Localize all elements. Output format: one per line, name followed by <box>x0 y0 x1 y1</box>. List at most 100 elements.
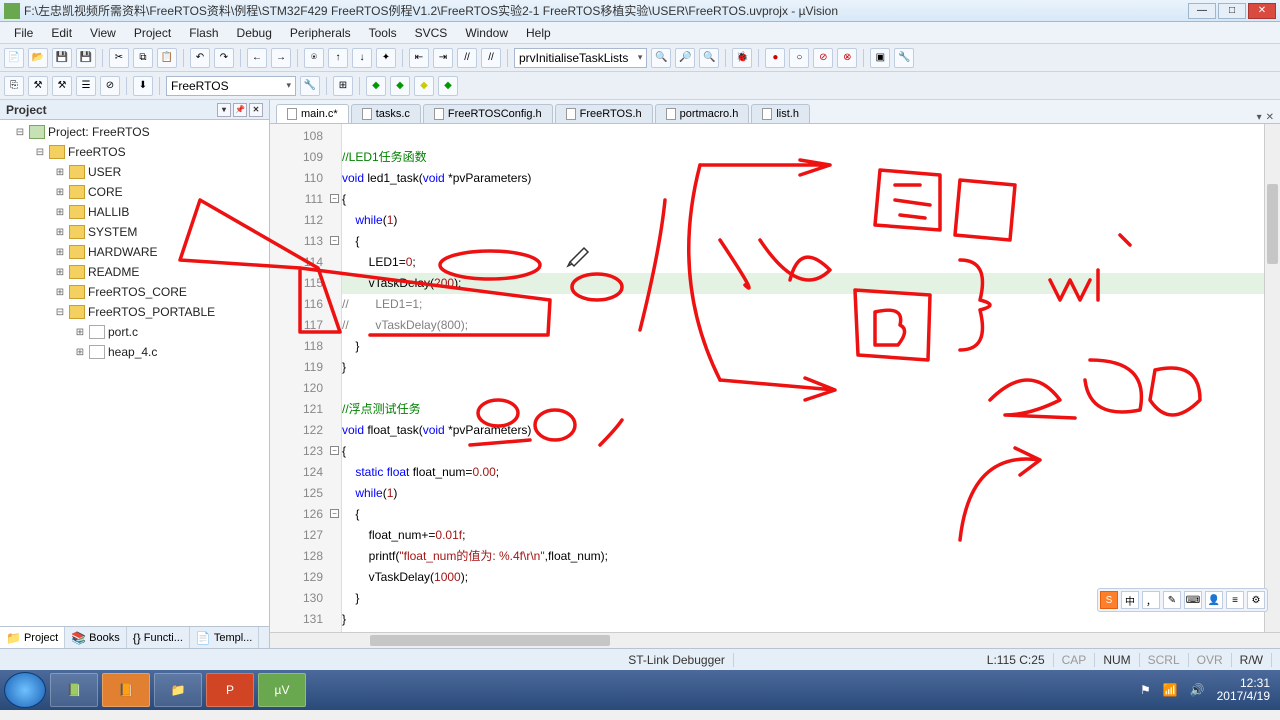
configure-button[interactable]: 🔧 <box>894 48 914 68</box>
indent-button[interactable]: ⇤ <box>409 48 429 68</box>
start-button[interactable] <box>4 672 46 708</box>
code-text[interactable]: //LED1任务函数void led1_task(void *pvParamet… <box>342 124 1264 632</box>
tray-clock[interactable]: 12:31 2017/4/19 <box>1217 677 1270 703</box>
task-explorer[interactable]: 📁 <box>154 673 202 707</box>
tray-network-icon[interactable]: 📶 <box>1163 683 1178 697</box>
task-app-2[interactable]: 📙 <box>102 673 150 707</box>
close-button[interactable]: ✕ <box>1248 3 1276 19</box>
tree-target[interactable]: ⊟FreeRTOS <box>0 142 269 162</box>
pane-tab-books[interactable]: 📚Books <box>65 627 127 648</box>
tree-group-hallib[interactable]: ⊞HALLIB <box>0 202 269 222</box>
pane-close-icon[interactable]: ✕ <box>249 103 263 117</box>
menu-svcs[interactable]: SVCS <box>407 24 456 42</box>
menu-project[interactable]: Project <box>126 24 179 42</box>
menu-file[interactable]: File <box>6 24 41 42</box>
pane-dropdown-icon[interactable]: ▾ <box>217 103 231 117</box>
minimize-button[interactable]: — <box>1188 3 1216 19</box>
save-all-button[interactable]: 💾 <box>76 48 96 68</box>
tree-group-core[interactable]: ⊞CORE <box>0 182 269 202</box>
pack-button[interactable]: ◆ <box>438 76 458 96</box>
ime-input-button[interactable]: ✎ <box>1163 591 1181 609</box>
target-combo[interactable]: FreeRTOS <box>166 76 296 96</box>
nav-fwd-button[interactable]: → <box>271 48 291 68</box>
task-uvision[interactable]: µV <box>258 673 306 707</box>
menu-peripherals[interactable]: Peripherals <box>282 24 359 42</box>
bookmark-prev-button[interactable]: ↑ <box>328 48 348 68</box>
file-tab-list-h[interactable]: list.h <box>751 104 810 123</box>
breakpoint-button[interactable]: ● <box>765 48 785 68</box>
bookmark-button[interactable]: ⍟ <box>304 48 324 68</box>
pack-install-button[interactable]: ◆ <box>414 76 434 96</box>
breakpoint-disable-button[interactable]: ○ <box>789 48 809 68</box>
open-button[interactable]: 📂 <box>28 48 48 68</box>
find-combo[interactable]: prvInitialiseTaskLists <box>514 48 647 68</box>
ime-punct-button[interactable]: ， <box>1142 591 1160 609</box>
manage-button[interactable]: ⊞ <box>333 76 353 96</box>
build-button[interactable]: ⚒ <box>28 76 48 96</box>
tree-group-readme[interactable]: ⊞README <box>0 262 269 282</box>
vertical-scrollbar[interactable] <box>1264 124 1280 632</box>
horizontal-scrollbar[interactable] <box>270 632 1280 648</box>
stop-build-button[interactable]: ⊘ <box>100 76 120 96</box>
tree-group-freertos_core[interactable]: ⊞FreeRTOS_CORE <box>0 282 269 302</box>
tree-group-user[interactable]: ⊞USER <box>0 162 269 182</box>
project-tree[interactable]: ⊟Project: FreeRTOS⊟FreeRTOS⊞USER⊞CORE⊞HA… <box>0 120 269 626</box>
menu-flash[interactable]: Flash <box>181 24 226 42</box>
undo-button[interactable]: ↶ <box>190 48 210 68</box>
tab-list-icon[interactable]: ▾ <box>1257 112 1262 123</box>
find-in-files-button[interactable]: 🔎 <box>675 48 695 68</box>
system-tray[interactable]: ⚑ 📶 🔊 12:31 2017/4/19 <box>1140 677 1276 703</box>
target-options-button[interactable]: 🔧 <box>300 76 320 96</box>
tab-close-icon[interactable]: ✕ <box>1266 112 1274 123</box>
ime-skin-button[interactable]: 👤 <box>1205 591 1223 609</box>
find-button[interactable]: 🔍 <box>651 48 671 68</box>
breakpoint-kill-all-button[interactable]: ⊗ <box>837 48 857 68</box>
cut-button[interactable]: ✂ <box>109 48 129 68</box>
file-tab-portmacro-h[interactable]: portmacro.h <box>655 104 750 123</box>
pane-tab-templ[interactable]: 📄Templ... <box>190 627 259 648</box>
maximize-button[interactable]: □ <box>1218 3 1246 19</box>
menu-window[interactable]: Window <box>457 24 516 42</box>
uncomment-button[interactable]: // <box>481 48 501 68</box>
tree-file-heap_4-c[interactable]: ⊞heap_4.c <box>0 342 269 362</box>
nav-back-button[interactable]: ← <box>247 48 267 68</box>
menu-edit[interactable]: Edit <box>43 24 80 42</box>
tray-flag-icon[interactable]: ⚑ <box>1140 683 1151 697</box>
menu-tools[interactable]: Tools <box>361 24 405 42</box>
tree-file-port-c[interactable]: ⊞port.c <box>0 322 269 342</box>
task-powerpoint[interactable]: P <box>206 673 254 707</box>
ime-logo-icon[interactable]: S <box>1100 591 1118 609</box>
outdent-button[interactable]: ⇥ <box>433 48 453 68</box>
file-tab-tasks-c[interactable]: tasks.c <box>351 104 421 123</box>
batch-build-button[interactable]: ☰ <box>76 76 96 96</box>
menu-help[interactable]: Help <box>518 24 559 42</box>
file-tab-FreeRTOS-h[interactable]: FreeRTOS.h <box>555 104 653 123</box>
translate-button[interactable]: ⎘ <box>4 76 24 96</box>
window-button[interactable]: ▣ <box>870 48 890 68</box>
copy-button[interactable]: ⧉ <box>133 48 153 68</box>
pane-tab-functi[interactable]: {}Functi... <box>127 627 190 648</box>
new-button[interactable]: 📄 <box>4 48 24 68</box>
redo-button[interactable]: ↷ <box>214 48 234 68</box>
windows-taskbar[interactable]: 📗 📙 📁 P µV ⚑ 📶 🔊 12:31 2017/4/19 <box>0 670 1280 710</box>
bookmark-next-button[interactable]: ↓ <box>352 48 372 68</box>
file-tab-main-c-[interactable]: main.c* <box>276 104 349 123</box>
pane-tab-project[interactable]: 📁Project <box>0 627 65 648</box>
save-button[interactable]: 💾 <box>52 48 72 68</box>
menu-view[interactable]: View <box>82 24 124 42</box>
bookmark-clear-button[interactable]: ✦ <box>376 48 396 68</box>
comment-button[interactable]: // <box>457 48 477 68</box>
ime-menu-button[interactable]: ≡ <box>1226 591 1244 609</box>
tree-project-root[interactable]: ⊟Project: FreeRTOS <box>0 122 269 142</box>
ime-keyboard-button[interactable]: ⌨ <box>1184 591 1202 609</box>
breakpoint-kill-button[interactable]: ⊘ <box>813 48 833 68</box>
code-area[interactable]: 108109110111−112113−11411511611711811912… <box>270 124 1280 632</box>
tree-group-freertos_portable[interactable]: ⊟FreeRTOS_PORTABLE <box>0 302 269 322</box>
ime-lang-button[interactable]: 中 <box>1121 591 1139 609</box>
ime-settings-button[interactable]: ⚙ <box>1247 591 1265 609</box>
paste-button[interactable]: 📋 <box>157 48 177 68</box>
manage-rte-button[interactable]: ◆ <box>366 76 386 96</box>
tray-volume-icon[interactable]: 🔊 <box>1190 683 1205 697</box>
menu-debug[interactable]: Debug <box>229 24 280 42</box>
pane-pin-icon[interactable]: 📌 <box>233 103 247 117</box>
